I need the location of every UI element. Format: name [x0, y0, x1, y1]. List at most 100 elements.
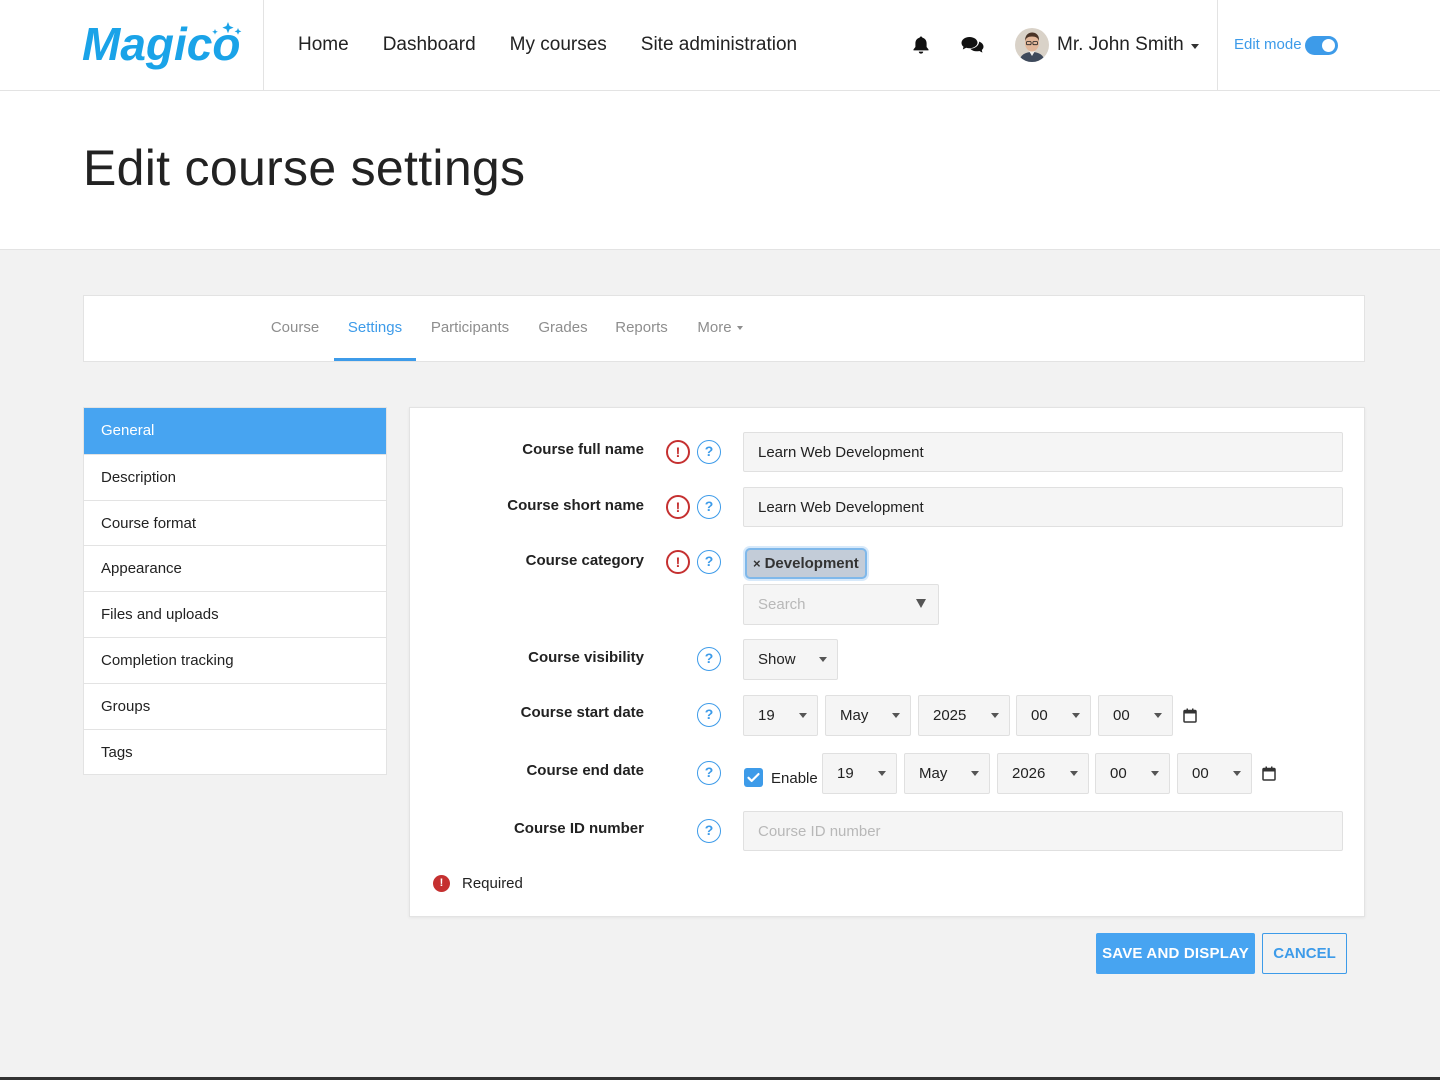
chevron-down-icon	[1190, 44, 1199, 49]
course-secondary-nav: Course Settings Participants Grades Repo…	[83, 295, 1365, 362]
category-chip[interactable]: × Development	[745, 548, 867, 579]
category-label: Course category	[525, 552, 644, 569]
start-hour-value: 00	[1031, 707, 1048, 724]
tab-more-label: More	[697, 319, 732, 336]
nav-my-courses[interactable]: My courses	[510, 34, 607, 56]
start-date-label: Course start date	[520, 704, 644, 721]
required-icon: !	[666, 495, 690, 519]
category-search-select[interactable]: Search	[743, 584, 939, 625]
nav-dashboard[interactable]: Dashboard	[383, 34, 476, 56]
required-legend-text: Required	[462, 875, 523, 892]
nav-home[interactable]: Home	[298, 34, 349, 56]
chevron-down-icon	[736, 326, 743, 331]
required-icon: !	[666, 550, 690, 574]
section-files-and-uploads[interactable]: Files and uploads	[84, 591, 386, 637]
short-name-input[interactable]	[743, 487, 1343, 527]
chevron-down-icon	[1072, 713, 1080, 718]
edit-mode-toggle[interactable]	[1305, 36, 1338, 55]
chevron-down-icon	[878, 771, 886, 776]
end-month-select[interactable]: May	[904, 753, 990, 794]
help-icon[interactable]: ?	[697, 495, 721, 519]
start-month-select[interactable]: May	[825, 695, 911, 736]
required-icon: !	[433, 875, 450, 892]
start-minute-value: 00	[1113, 707, 1130, 724]
course-settings-form: Course full name ! ? Course short name !…	[409, 407, 1365, 917]
chevron-down-icon	[1154, 713, 1162, 718]
tab-participants[interactable]: Participants	[429, 296, 511, 361]
category-search-placeholder: Search	[758, 596, 806, 613]
settings-section-menu: General Description Course format Appear…	[83, 407, 387, 776]
calendar-icon[interactable]	[1262, 766, 1276, 786]
end-day-select[interactable]: 19	[822, 753, 897, 794]
save-and-display-button[interactable]: SAVE AND DISPLAY	[1096, 933, 1255, 974]
calendar-icon[interactable]	[1183, 708, 1197, 728]
tab-reports[interactable]: Reports	[613, 296, 670, 361]
nav-site-administration[interactable]: Site administration	[641, 34, 797, 56]
help-icon[interactable]: ?	[697, 440, 721, 464]
chevron-down-icon	[1233, 771, 1241, 776]
section-general[interactable]: General	[84, 408, 386, 454]
site-logo[interactable]: Magico	[80, 16, 250, 76]
page-title: Edit course settings	[83, 140, 526, 196]
section-completion-tracking[interactable]: Completion tracking	[84, 636, 386, 683]
end-hour-value: 00	[1110, 765, 1127, 782]
section-tags[interactable]: Tags	[84, 728, 386, 775]
chevron-down-icon	[991, 713, 999, 718]
end-date-label: Course end date	[526, 762, 644, 779]
avatar	[1015, 28, 1049, 62]
visibility-select[interactable]: Show	[743, 639, 838, 680]
tab-settings[interactable]: Settings	[334, 296, 416, 361]
end-minute-value: 00	[1192, 765, 1209, 782]
end-year-value: 2026	[1012, 765, 1046, 782]
required-icon: !	[666, 440, 690, 464]
category-chip-label: Development	[764, 555, 859, 572]
end-date-enable-checkbox[interactable]	[744, 768, 763, 787]
end-day-value: 19	[837, 765, 854, 782]
start-year-select[interactable]: 2025	[918, 695, 1010, 736]
short-name-label: Course short name	[507, 497, 644, 514]
tab-grades[interactable]: Grades	[537, 296, 589, 361]
help-icon[interactable]: ?	[697, 703, 721, 727]
end-minute-select[interactable]: 00	[1177, 753, 1252, 794]
tab-course[interactable]: Course	[270, 296, 320, 361]
help-icon[interactable]: ?	[697, 761, 721, 785]
user-menu[interactable]: Mr. John Smith	[1015, 27, 1199, 63]
page-header: Edit course settings	[0, 91, 1440, 250]
chevron-down-icon	[892, 713, 900, 718]
section-course-format[interactable]: Course format	[84, 499, 386, 546]
bell-icon[interactable]	[913, 36, 929, 59]
logo-text: Magico	[82, 18, 240, 70]
section-appearance[interactable]: Appearance	[84, 545, 386, 591]
end-hour-select[interactable]: 00	[1095, 753, 1170, 794]
chevron-down-icon	[799, 713, 807, 718]
start-hour-select[interactable]: 00	[1016, 695, 1091, 736]
full-name-input[interactable]	[743, 432, 1343, 472]
full-name-label: Course full name	[522, 441, 644, 458]
end-year-select[interactable]: 2026	[997, 753, 1089, 794]
edit-mode-label: Edit mode	[1234, 36, 1302, 53]
section-groups[interactable]: Groups	[84, 682, 386, 729]
id-number-label: Course ID number	[513, 820, 644, 837]
chevron-down-icon	[1151, 771, 1159, 776]
help-icon[interactable]: ?	[697, 819, 721, 843]
help-icon[interactable]: ?	[697, 550, 721, 574]
triangle-down-icon	[916, 599, 926, 608]
chevron-down-icon	[819, 657, 827, 662]
messages-icon[interactable]	[961, 36, 984, 59]
top-navbar: Magico Home Dashboard My courses Site ad…	[0, 0, 1440, 91]
start-day-select[interactable]: 19	[743, 695, 818, 736]
edit-mode-control: Edit mode	[1217, 0, 1440, 90]
section-description[interactable]: Description	[84, 453, 386, 500]
tab-more[interactable]: More	[695, 296, 745, 361]
toggle-knob	[1322, 39, 1335, 52]
remove-icon[interactable]: ×	[753, 556, 761, 571]
help-icon[interactable]: ?	[697, 647, 721, 671]
cancel-button[interactable]: CANCEL	[1262, 933, 1347, 974]
visibility-label: Course visibility	[528, 649, 644, 666]
start-month-value: May	[840, 707, 869, 724]
brand: Magico	[0, 0, 264, 90]
start-minute-select[interactable]: 00	[1098, 695, 1173, 736]
chevron-down-icon	[1070, 771, 1078, 776]
id-number-input[interactable]	[743, 811, 1343, 851]
start-day-value: 19	[758, 707, 775, 724]
